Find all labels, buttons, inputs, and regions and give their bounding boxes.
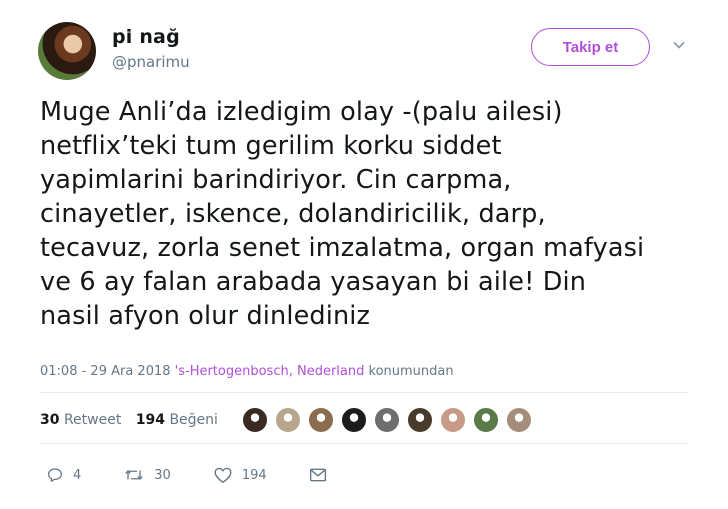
retweet-stat-label: Retweet: [63, 412, 122, 428]
liker-avatar[interactable]: [440, 407, 466, 433]
action-bar: 4 30 194: [46, 466, 378, 484]
tweet-text: Muge Anli’da izledigim olay -(palu ailes…: [40, 97, 645, 331]
liker-avatar[interactable]: [242, 407, 268, 433]
divider: [40, 443, 688, 444]
liker-avatar[interactable]: [506, 407, 532, 433]
retweet-button[interactable]: 30: [123, 466, 171, 484]
like-count: 194: [241, 467, 267, 483]
avatar[interactable]: [38, 22, 96, 80]
like-stat[interactable]: 194 Beğeni: [136, 412, 218, 428]
reply-icon: [47, 468, 63, 483]
liker-avatars: [242, 407, 539, 433]
envelope-icon: [309, 468, 326, 482]
location-suffix: konumundan: [368, 364, 454, 379]
retweet-stat-count: 30: [40, 412, 60, 428]
retweet-stat[interactable]: 30 Retweet: [40, 412, 121, 428]
liker-avatar[interactable]: [407, 407, 433, 433]
direct-message-button[interactable]: [309, 467, 336, 483]
liker-avatar[interactable]: [341, 407, 367, 433]
liker-avatar[interactable]: [275, 407, 301, 433]
retweet-count: 30: [154, 467, 171, 483]
tweet-meta: 01:08 - 29 Ara 2018 's-Hertogenbosch, Ne…: [40, 364, 454, 379]
display-name[interactable]: pi nağ: [112, 26, 180, 48]
like-button[interactable]: 194: [213, 466, 267, 484]
like-stat-count: 194: [135, 412, 165, 428]
liker-avatar[interactable]: [473, 407, 499, 433]
tweet-stats: 30 Retweet 194 Beğeni: [40, 412, 218, 428]
like-stat-label: Beğeni: [169, 412, 218, 428]
follow-button[interactable]: Takip et: [531, 28, 650, 66]
chevron-down-icon[interactable]: [672, 38, 686, 52]
heart-icon: [214, 467, 232, 484]
retweet-icon: [125, 470, 144, 480]
tweet-location[interactable]: 's-Hertogenbosch, Nederland: [175, 364, 365, 379]
reply-button[interactable]: 4: [46, 466, 81, 484]
liker-avatar[interactable]: [374, 407, 400, 433]
tweet-card: pi nağ @pnarimu Takip et Muge Anli’da iz…: [0, 0, 728, 509]
tweet-timestamp[interactable]: 01:08 - 29 Ara 2018: [40, 364, 171, 379]
handle[interactable]: @pnarimu: [112, 53, 190, 71]
reply-count: 4: [73, 467, 82, 483]
divider: [40, 392, 688, 393]
liker-avatar[interactable]: [308, 407, 334, 433]
